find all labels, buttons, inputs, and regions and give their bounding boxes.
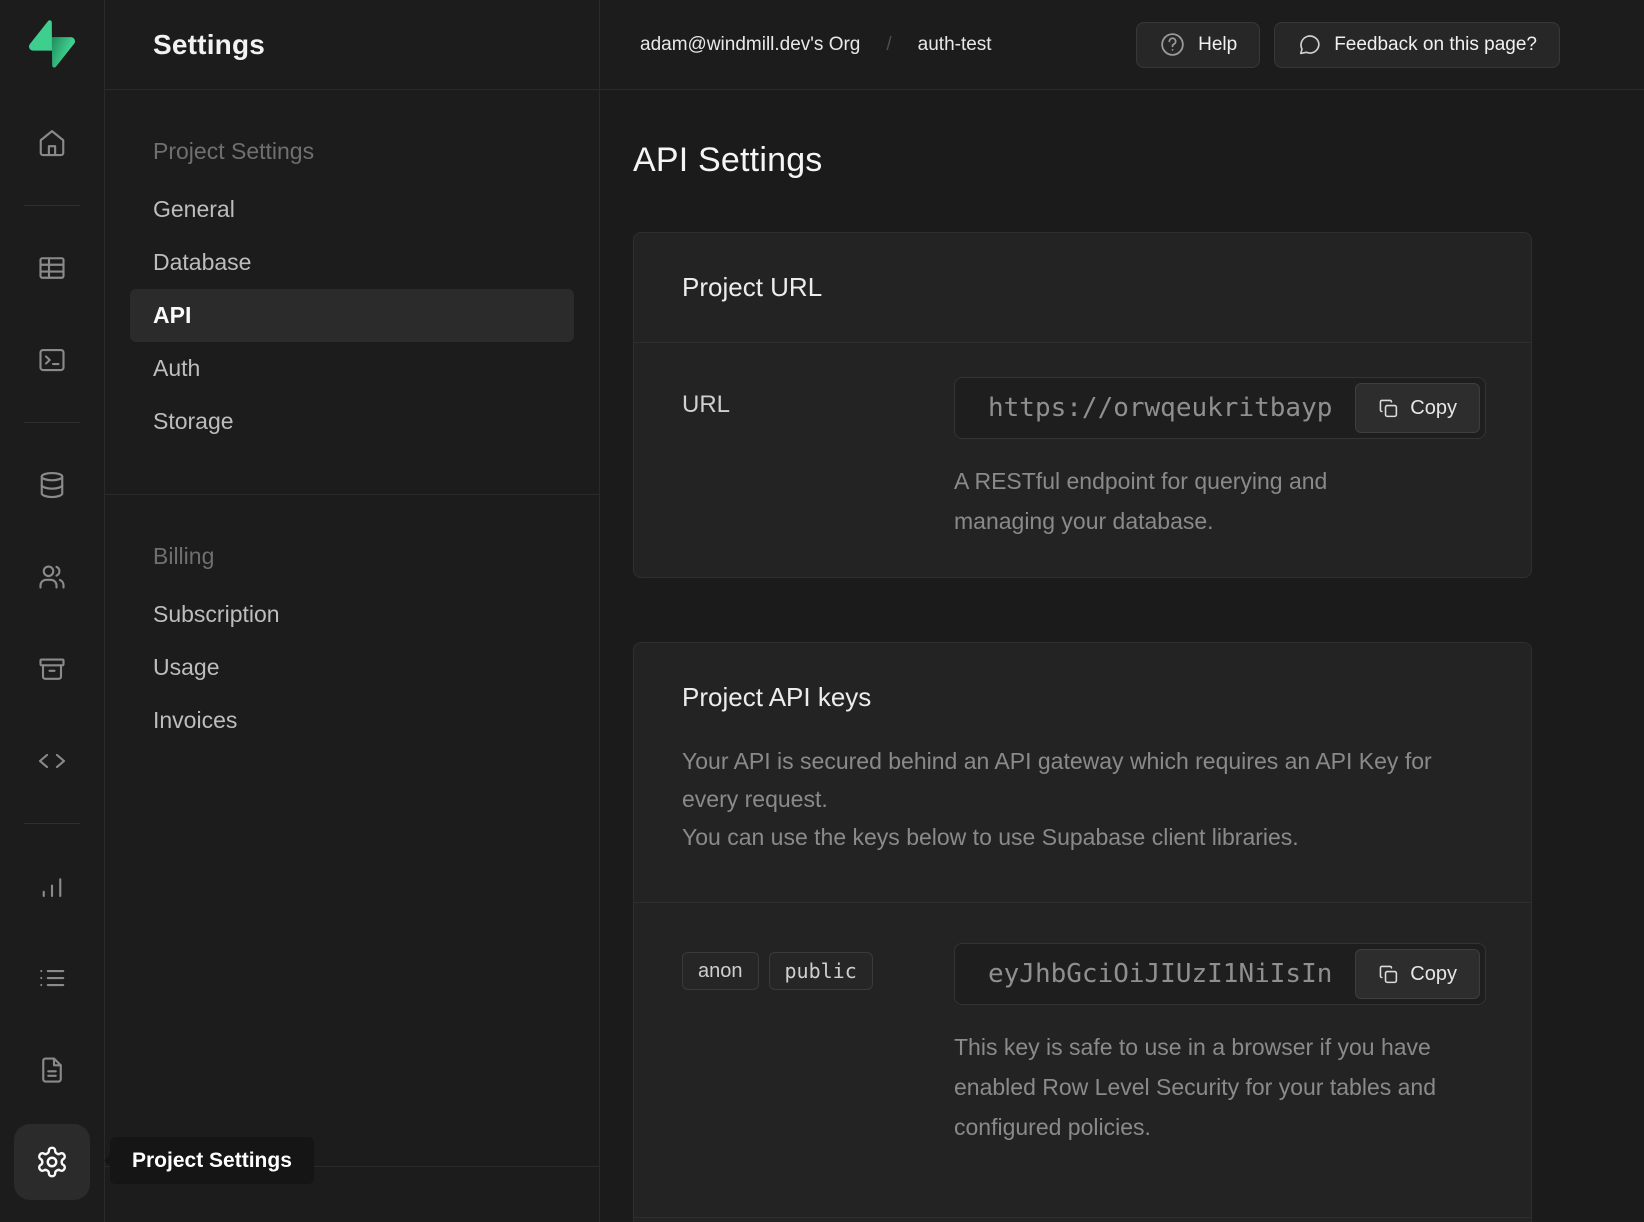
nav-section-billing: Billing	[105, 543, 599, 570]
supabase-logo[interactable]	[28, 20, 76, 68]
project-url-value: https://orwqeukritbayp	[988, 393, 1332, 423]
api-keys-card-title: Project API keys	[682, 679, 1483, 716]
topbar: adam@windmill.dev's Org / auth-test Help…	[600, 0, 1644, 90]
anon-key-row: anon public eyJhbGciOiJIUzI1NiIsIn Copy	[634, 903, 1531, 1218]
help-button[interactable]: Help	[1136, 22, 1260, 68]
nav-section-project-settings: Project Settings	[105, 138, 599, 165]
help-button-label: Help	[1198, 34, 1237, 56]
copy-icon	[1378, 398, 1399, 419]
edge-functions-icon[interactable]	[22, 731, 82, 791]
api-keys-description-1: Your API is secured behind an API gatewa…	[682, 742, 1482, 818]
public-badge: public	[769, 952, 873, 990]
settings-panel-header: Settings	[105, 0, 599, 90]
copy-url-button[interactable]: Copy	[1355, 383, 1480, 433]
url-label: URL	[682, 377, 954, 541]
url-description: A RESTful endpoint for querying and mana…	[954, 461, 1424, 541]
copy-icon	[1378, 964, 1399, 985]
card-overflow-space	[634, 1218, 1531, 1222]
rail-nav	[14, 113, 90, 1200]
breadcrumb-org[interactable]: adam@windmill.dev's Org	[640, 34, 860, 56]
settings-nav-item-general[interactable]: General	[105, 183, 599, 236]
settings-nav-item-usage[interactable]: Usage	[105, 641, 599, 694]
breadcrumb-project[interactable]: auth-test	[918, 34, 992, 56]
home-icon[interactable]	[22, 113, 82, 173]
anon-key-badges: anon public	[682, 943, 954, 990]
rail-divider	[24, 823, 80, 824]
project-api-keys-card: Project API keys Your API is secured beh…	[633, 642, 1532, 1222]
settings-nav-item-invoices[interactable]: Invoices	[105, 694, 599, 747]
auth-users-icon[interactable]	[22, 547, 82, 607]
anon-key-description: This key is safe to use in a browser if …	[954, 1027, 1459, 1147]
project-url-card-body: URL https://orwqeukritbayp Copy A RESTfu…	[634, 343, 1531, 577]
docs-icon[interactable]	[22, 1040, 82, 1100]
anon-key-value: eyJhbGciOiJIUzI1NiIsIn	[988, 959, 1332, 989]
settings-nav-item-api[interactable]: API	[130, 289, 574, 342]
settings-panel-title: Settings	[153, 29, 265, 61]
speech-bubble-icon	[1297, 32, 1322, 57]
project-settings-tooltip: Project Settings	[110, 1137, 314, 1184]
project-url-card-header: Project URL	[634, 233, 1531, 343]
copy-anon-key-label: Copy	[1410, 963, 1457, 986]
rail-divider	[24, 205, 80, 206]
api-keys-card-header: Project API keys Your API is secured beh…	[634, 643, 1531, 903]
database-icon[interactable]	[22, 455, 82, 515]
storage-icon[interactable]	[22, 639, 82, 699]
anon-key-input[interactable]: eyJhbGciOiJIUzI1NiIsIn Copy	[954, 943, 1486, 1005]
settings-nav-item-subscription[interactable]: Subscription	[105, 588, 599, 641]
reports-icon[interactable]	[22, 856, 82, 916]
main-area: adam@windmill.dev's Org / auth-test Help…	[600, 0, 1644, 1222]
anon-badge: anon	[682, 952, 759, 990]
page-title: API Settings	[633, 141, 1644, 180]
settings-nav-item-database[interactable]: Database	[105, 236, 599, 289]
feedback-button[interactable]: Feedback on this page?	[1274, 22, 1560, 68]
rail-divider	[24, 422, 80, 423]
feedback-button-label: Feedback on this page?	[1334, 34, 1537, 56]
api-settings-content: API Settings Project URL URL https://orw…	[600, 90, 1644, 1222]
sql-editor-icon[interactable]	[22, 330, 82, 390]
settings-nav-item-storage[interactable]: Storage	[105, 395, 599, 448]
settings-nav-panel: Settings Project Settings General Databa…	[105, 0, 600, 1222]
breadcrumb-separator: /	[886, 34, 891, 56]
logs-icon[interactable]	[22, 948, 82, 1008]
nav-section-divider	[105, 494, 599, 495]
api-keys-description-2: You can use the keys below to use Supaba…	[682, 818, 1483, 856]
settings-nav-item-auth[interactable]: Auth	[105, 342, 599, 395]
topbar-buttons: Help Feedback on this page?	[1136, 22, 1560, 68]
project-url-input[interactable]: https://orwqeukritbayp Copy	[954, 377, 1486, 439]
app-icon-rail	[0, 0, 105, 1222]
table-editor-icon[interactable]	[22, 238, 82, 298]
copy-anon-key-button[interactable]: Copy	[1355, 949, 1480, 999]
help-circle-icon	[1159, 31, 1186, 58]
copy-url-label: Copy	[1410, 397, 1457, 420]
project-url-card-title: Project URL	[682, 269, 1483, 306]
settings-gear-icon[interactable]	[14, 1124, 90, 1200]
project-url-card: Project URL URL https://orwqeukritbayp C…	[633, 232, 1532, 578]
